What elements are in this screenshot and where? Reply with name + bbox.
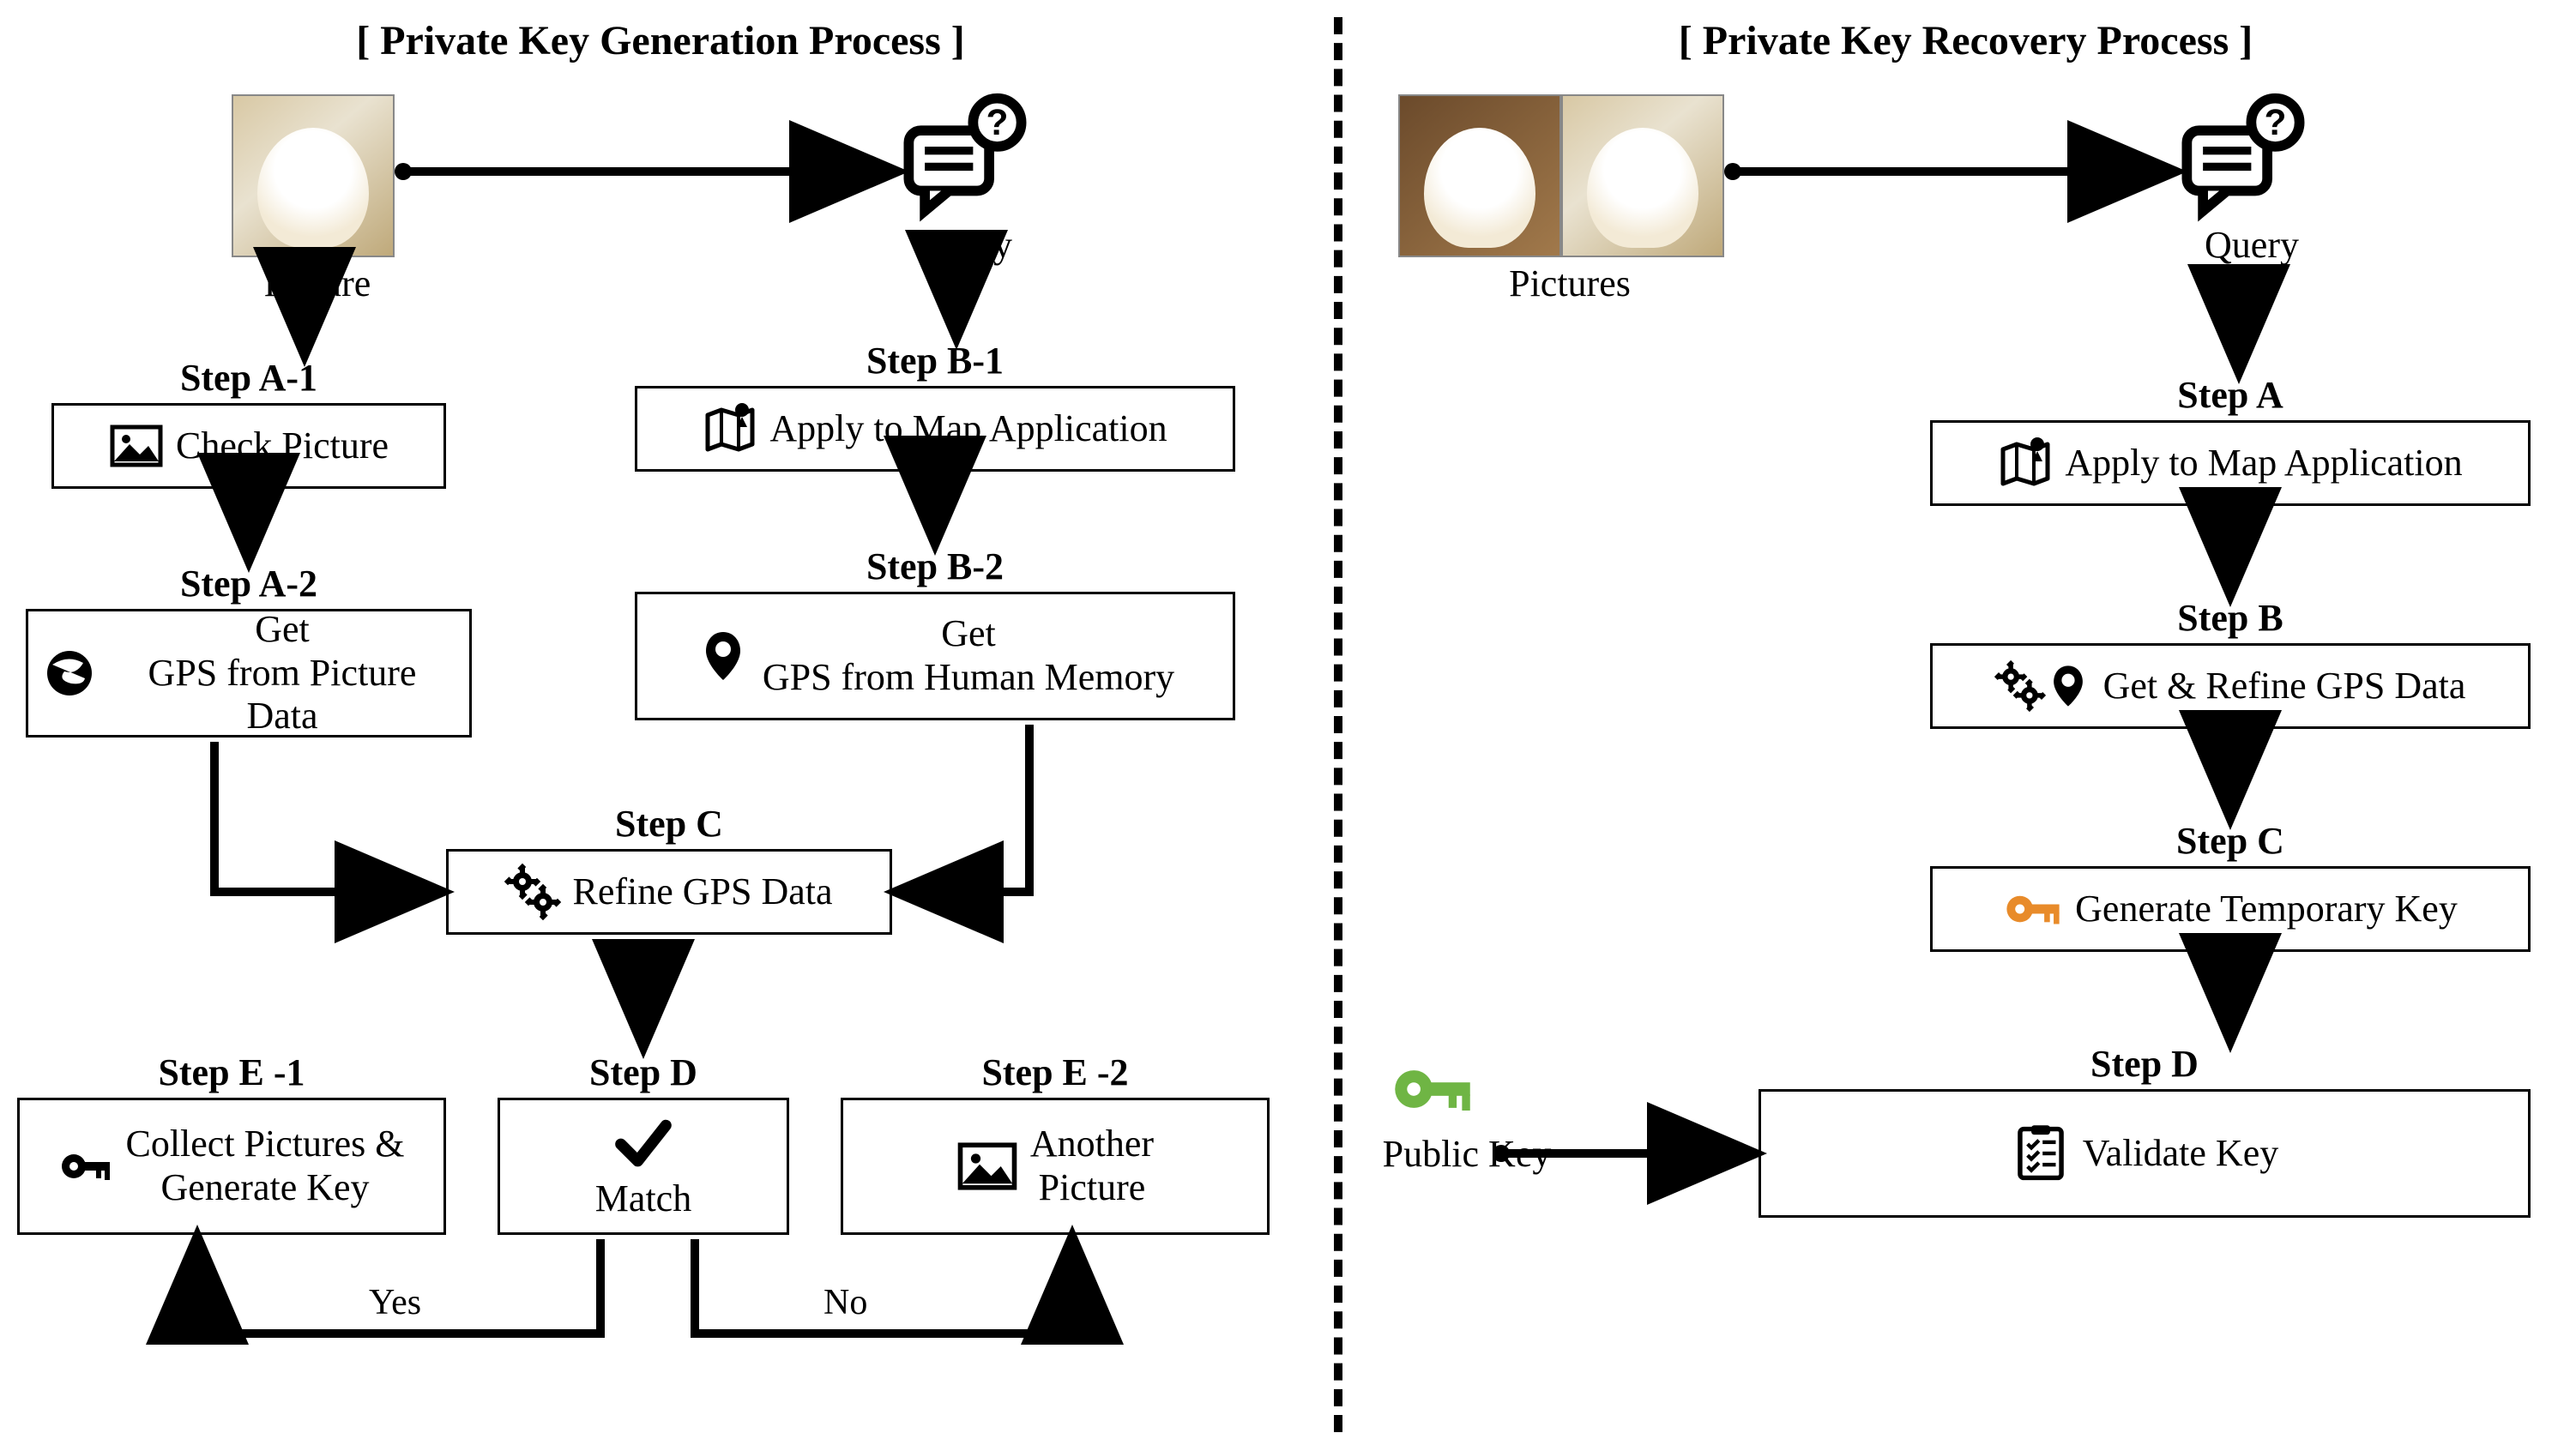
step-b2-title: Step B-2 [635, 545, 1235, 588]
r-step-d-box: Validate Key [1759, 1089, 2531, 1218]
r-step-a-box: Apply to Map Application [1930, 420, 2531, 506]
step-a1-text: Check Picture [176, 424, 389, 468]
step-b2-text: Get GPS from Human Memory [763, 612, 1174, 699]
step-a1-box: Check Picture [51, 403, 446, 489]
step-b2-box: Get GPS from Human Memory [635, 592, 1235, 720]
query-label-right: Query [2145, 223, 2359, 267]
step-d-box: Match [498, 1098, 789, 1235]
step-a2-title: Step A-2 [26, 562, 472, 605]
gears-pin-icon [1995, 661, 2091, 711]
recovery-process-panel: [ Private Key Recovery Process ] Picture… [1355, 0, 2576, 1451]
key-green-icon [1372, 1046, 1493, 1136]
map-icon [1998, 436, 2053, 491]
picture-label: Picture [206, 262, 429, 305]
r-step-c-box: Generate Temporary Key [1930, 866, 2531, 952]
step-b1-text: Apply to Map Application [769, 407, 1167, 451]
step-c-text: Refine GPS Data [572, 870, 832, 914]
step-b1-title: Step B-1 [635, 339, 1235, 382]
r-step-a-text: Apply to Map Application [2065, 442, 2462, 485]
query-label: Query [858, 223, 1072, 267]
picture-image-2 [1561, 94, 1724, 257]
left-section-title: [ Private Key Generation Process ] [0, 17, 1321, 64]
step-e2-title: Step E -2 [841, 1051, 1270, 1094]
right-section-title: [ Private Key Recovery Process ] [1355, 17, 2576, 64]
yes-label: Yes [369, 1282, 421, 1323]
r-step-d-title: Step D [1759, 1042, 2531, 1086]
r-step-d-text: Validate Key [2083, 1132, 2278, 1176]
step-a2-box: Get GPS from Picture Data [26, 609, 472, 738]
r-step-c-text: Generate Temporary Key [2075, 888, 2458, 931]
step-d-text: Match [595, 1177, 691, 1221]
query-icon-right [2179, 94, 2308, 227]
r-step-b-box: Get & Refine GPS Data [1930, 643, 2531, 729]
gears-icon [505, 864, 560, 919]
r-step-b-text: Get & Refine GPS Data [2103, 665, 2466, 708]
step-e1-box: Collect Pictures & Generate Key [17, 1098, 446, 1235]
step-b1-box: Apply to Map Application [635, 386, 1235, 472]
step-e1-text: Collect Pictures & Generate Key [125, 1123, 404, 1209]
r-step-b-title: Step B [1930, 596, 2531, 640]
checklist-icon [2011, 1123, 2071, 1183]
step-a1-title: Step A-1 [51, 356, 446, 400]
generation-process-panel: [ Private Key Generation Process ] Pictu… [0, 0, 1321, 1451]
step-d-title: Step D [498, 1051, 789, 1094]
picture-image [232, 94, 395, 257]
pin-icon [696, 629, 751, 683]
key-icon [58, 1139, 113, 1194]
vertical-divider [1334, 17, 1342, 1432]
query-icon [901, 94, 1029, 227]
step-e1-title: Step E -1 [17, 1051, 446, 1094]
step-e2-box: Another Picture [841, 1098, 1270, 1235]
key-orange-icon [2003, 879, 2063, 939]
picture-icon [956, 1135, 1018, 1197]
no-label: No [823, 1282, 867, 1323]
picture-image-1 [1398, 94, 1561, 257]
check-icon [613, 1112, 673, 1172]
r-step-a-title: Step A [1930, 373, 2531, 417]
public-key-label: Public Key [1355, 1132, 1578, 1176]
r-step-c-title: Step C [1930, 819, 2531, 863]
step-e2-text: Another Picture [1030, 1123, 1154, 1209]
picture-icon [109, 418, 164, 473]
step-c-title: Step C [446, 802, 892, 846]
map-icon [703, 401, 757, 456]
step-c-box: Refine GPS Data [446, 849, 892, 935]
pictures-label: Pictures [1458, 262, 1681, 305]
globe-icon [42, 646, 97, 701]
step-a2-text: Get GPS from Picture Data [109, 608, 455, 738]
